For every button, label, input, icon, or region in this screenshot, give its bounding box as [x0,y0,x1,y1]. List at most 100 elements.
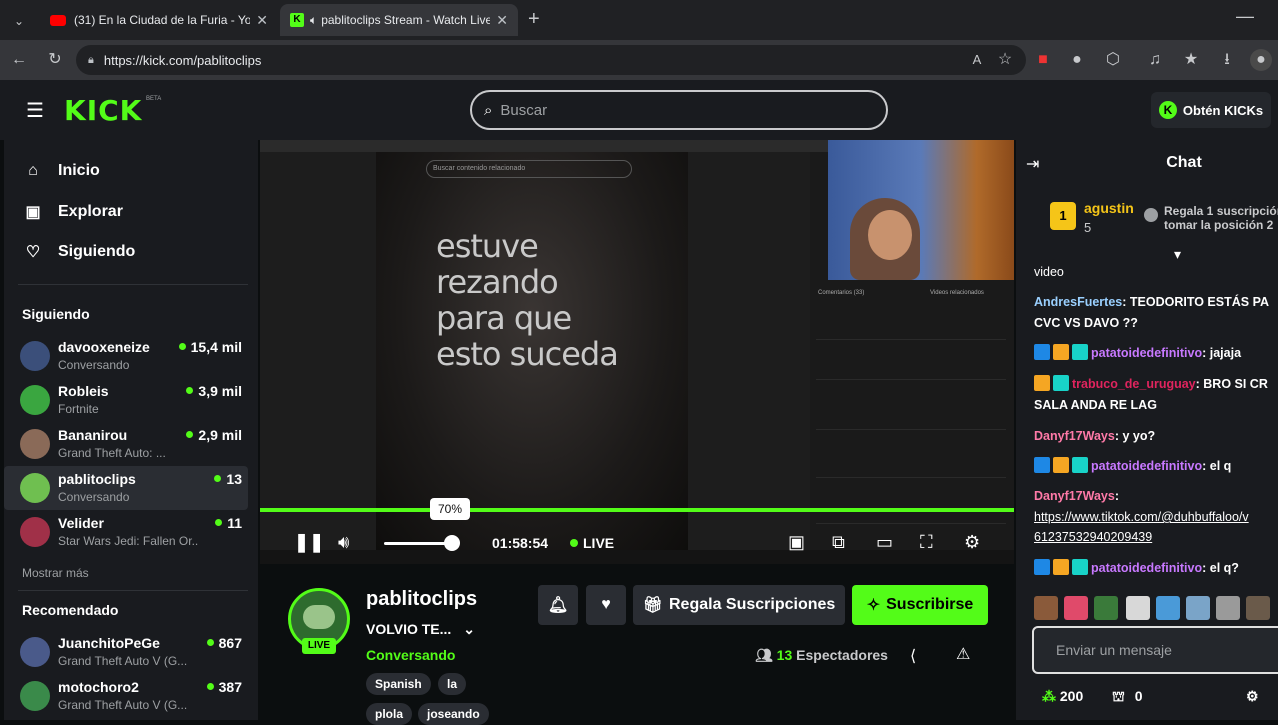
mini-player-icon[interactable]: ▭ [876,532,893,553]
share-icon[interactable]: ⟨ [910,646,916,666]
emote-icon[interactable] [1246,596,1270,620]
tag[interactable]: joseando [418,703,489,725]
url-field[interactable]: 🔒︎ https://kick.com/pablitoclips [76,45,1026,75]
back-icon[interactable]: ← [8,49,30,71]
chat-message: patatoidedefinitivo: el q [1034,456,1278,476]
performance-icon[interactable]: ♫ [1144,49,1166,71]
emote-icon[interactable] [1094,596,1118,620]
username[interactable]: patatoidedefinitivo [1091,346,1202,360]
emote-icon[interactable] [1186,596,1210,620]
close-icon[interactable]: ✕ [256,12,268,29]
nav-inicio[interactable]: ⌂ Inicio [22,162,100,180]
channel-item[interactable]: pablitoclips Conversando 13 [4,466,248,510]
clip-icon[interactable]: ⧉ [832,532,845,553]
stream-category[interactable]: Conversando [366,647,455,663]
progress-bar[interactable] [260,508,1014,512]
username[interactable]: patatoidedefinitivo [1091,561,1202,575]
message-text: : el q? [1202,561,1239,575]
tab-kick[interactable]: K 🔈︎ pablitoclips Stream - Watch Live on… [280,4,518,36]
search-input[interactable]: ⌕ Buscar [470,90,888,130]
avatar [20,637,50,667]
gifts-balance[interactable]: ⛫ 0 [1112,688,1143,707]
close-icon[interactable]: ✕ [496,12,508,29]
video-player[interactable]: Buscar contenido relacionado estuve reza… [260,140,1014,564]
channel-category: Star Wars Jedi: Fallen Or... [58,534,198,548]
profile-icon[interactable]: ● [1250,49,1272,71]
downloads-icon[interactable]: ⭳ [1216,49,1238,71]
pause-icon[interactable]: ❚❚ [294,532,324,553]
tag[interactable]: la [438,673,467,695]
tab-youtube[interactable]: (31) En la Ciudad de la Furia - YouTube … [40,4,278,36]
caption-line: rezando [436,263,559,301]
chat-link[interactable]: 61237532940209439 [1034,527,1278,547]
sub-badge-icon [1072,559,1088,575]
report-icon[interactable]: ⚠ [956,644,970,664]
channel-item[interactable]: Robleis Fortnite 3,9 mil [4,378,248,422]
rank-badge: 1 [1050,202,1076,230]
avatar [20,473,50,503]
volume-icon[interactable]: 🔊︎ [338,532,349,553]
username[interactable]: trabuco_de_uruguay [1072,377,1196,391]
channel-name: Bananirou [58,427,128,443]
tag[interactable]: plola [366,703,413,725]
tag[interactable]: Spanish [366,673,431,695]
username[interactable]: Danyf17Ways [1034,429,1115,443]
emote-icon[interactable] [1064,596,1088,620]
volume-knob[interactable] [444,535,460,551]
fullscreen-icon[interactable]: ⛶ [920,532,933,553]
chat-link[interactable]: https://www.tiktok.com/@duhbuffaloo/v [1034,507,1278,527]
speaker-icon[interactable]: 🔈︎ [310,13,317,28]
chat-message: video [1034,262,1278,282]
viewers-count: 13 [776,647,793,663]
caption-line: para que [436,299,572,337]
chevron-down-icon[interactable]: ⌄ [463,621,475,637]
read-aloud-icon[interactable]: A [966,49,988,71]
site-info-icon[interactable]: 🔒︎ [88,54,94,67]
kicks-balance[interactable]: ⁂ 200 [1042,688,1083,705]
emote-icon[interactable] [1156,596,1180,620]
emote-icon[interactable] [1034,596,1058,620]
favorites-icon[interactable]: ★ [1180,49,1202,71]
tab-list-chevron-icon[interactable]: ⌄ [8,10,30,32]
extension-1-icon[interactable]: ■ [1032,49,1054,71]
extension-2-icon[interactable]: ● [1066,49,1088,71]
show-more-link[interactable]: Mostrar más [22,566,89,580]
gift-subs-button[interactable]: 🎁︎ Regala Suscripciones [633,585,845,625]
moderator-badge-icon [1034,559,1050,575]
minimize-icon[interactable]: — [1236,6,1254,27]
username[interactable]: patatoidedefinitivo [1091,459,1202,473]
browser-tab-bar: ⌄ (31) En la Ciudad de la Furia - YouTub… [0,0,1278,40]
shared-screen: Buscar contenido relacionado estuve reza… [260,140,828,550]
follow-button[interactable]: ♥ [586,585,626,625]
new-tab-icon[interactable]: + [528,8,540,31]
streamer-name[interactable]: pablitoclips [366,588,477,611]
channel-item[interactable]: JuanchitoPeGe Grand Theft Auto V (G... 8… [4,630,248,674]
emote-icon[interactable] [1126,596,1150,620]
nav-siguiendo[interactable]: ♡ Siguiendo [22,242,136,262]
channel-item[interactable]: Velider Star Wars Jedi: Fallen Or... 11 [4,510,248,554]
channel-item[interactable]: davooxeneize Conversando 15,4 mil [4,334,248,378]
notification-button[interactable]: 🔔︎ [538,585,578,625]
settings-icon[interactable]: ⚙ [964,532,980,553]
chat-message: AndresFuertes: TEODORITO ESTÁS PA [1034,292,1278,312]
kick-logo[interactable]: KICK [64,94,142,127]
emote-icon[interactable] [1216,596,1240,620]
theater-mode-icon[interactable]: ▣ [788,532,805,553]
nav-explorar[interactable]: ▣ Explorar [22,202,122,222]
heart-icon: ♥ [601,596,611,613]
menu-icon[interactable]: ☰ [26,98,44,123]
stream-title[interactable]: VOLVIO TE... ⌄ [366,621,475,638]
get-kicks-button[interactable]: K Obtén KICKs [1151,92,1271,128]
chat-input[interactable]: Enviar un mensaje [1032,626,1278,674]
sub-badge-icon [1072,344,1088,360]
channel-item[interactable]: Bananirou Grand Theft Auto: ... 2,9 mil [4,422,248,466]
favorite-star-icon[interactable]: ☆ [994,49,1016,71]
chat-settings-icon[interactable]: ⚙ [1246,688,1259,705]
expand-icon[interactable]: ▾ [1174,246,1181,263]
extensions-icon[interactable]: ⬡ [1102,49,1124,71]
channel-item[interactable]: motochoro2 Grand Theft Auto V (G... 387 [4,674,248,718]
subscribe-button[interactable]: ✧ Suscribirse [852,585,988,625]
username[interactable]: AndresFuertes [1034,295,1122,309]
username[interactable]: Danyf17Ways [1034,489,1115,503]
reload-icon[interactable]: ↻ [44,49,66,71]
